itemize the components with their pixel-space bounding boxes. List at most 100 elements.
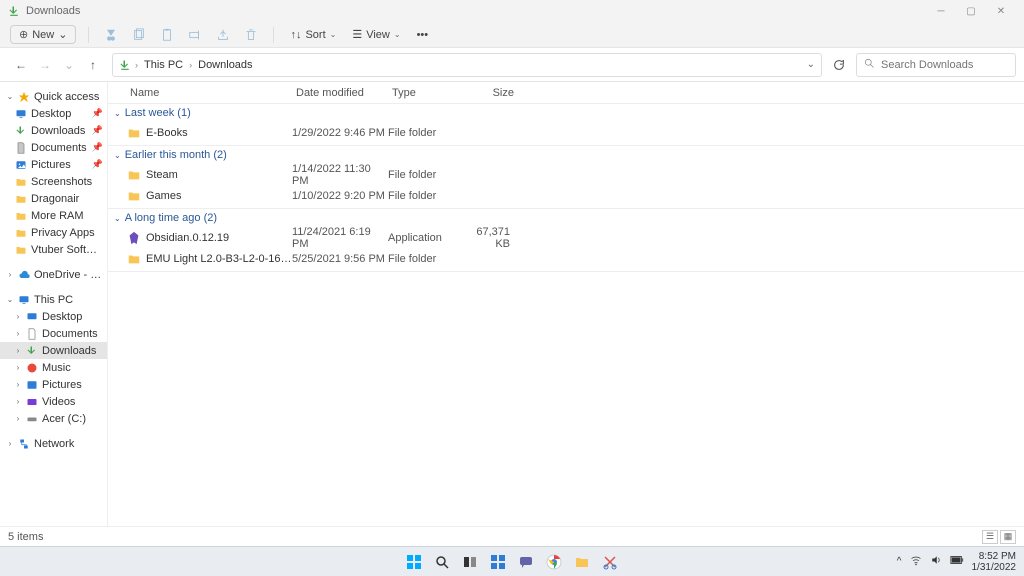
rename-icon[interactable] <box>185 25 205 45</box>
file-type: File folder <box>388 253 466 265</box>
sidebar-dragonair[interactable]: Dragonair <box>0 190 107 207</box>
thumbnails-view-toggle[interactable]: ▦ <box>1000 530 1016 544</box>
address-dropdown-icon[interactable]: ⌄ <box>807 59 815 70</box>
pictures-icon <box>25 378 39 392</box>
file-name: E-Books <box>146 127 292 139</box>
breadcrumb-downloads[interactable]: Downloads <box>196 59 254 71</box>
cloud-icon <box>17 268 31 282</box>
volume-icon[interactable] <box>930 554 942 569</box>
widgets-icon[interactable] <box>488 552 508 572</box>
maximize-button[interactable]: ▢ <box>956 0 986 22</box>
copy-icon[interactable] <box>129 25 149 45</box>
refresh-button[interactable] <box>828 54 850 76</box>
chevron-down-icon: ⌄ <box>114 214 121 223</box>
delete-icon[interactable] <box>241 25 261 45</box>
task-view-icon[interactable] <box>460 552 480 572</box>
sidebar-network[interactable]: › Network <box>0 435 107 452</box>
close-button[interactable]: ✕ <box>986 0 1016 22</box>
share-icon[interactable] <box>213 25 233 45</box>
file-list: ⌄Last week (1)E-Books1/29/2022 9:46 PMFi… <box>108 104 1024 526</box>
group-header[interactable]: ⌄Earlier this month (2) <box>108 146 1024 164</box>
downloads-icon <box>119 59 131 71</box>
file-name: EMU Light L2.0-B3-L2-0-1618681457 <box>146 253 292 265</box>
sidebar-pictures[interactable]: Pictures 📌 <box>0 156 107 173</box>
sort-icon: ↑↓ <box>290 29 301 41</box>
sidebar-onedrive[interactable]: › OneDrive - Personal <box>0 266 107 283</box>
file-date: 1/29/2022 9:46 PM <box>292 127 388 139</box>
group-header[interactable]: ⌄A long time ago (2) <box>108 209 1024 227</box>
sort-button[interactable]: ↑↓ Sort ⌄ <box>286 29 340 41</box>
back-button[interactable]: ← <box>14 58 28 72</box>
downloads-app-icon <box>8 5 20 17</box>
new-button[interactable]: ⊕ New ⌄ <box>10 25 76 44</box>
search-box[interactable] <box>856 53 1016 77</box>
sidebar-pc-videos[interactable]: › Videos <box>0 393 107 410</box>
more-button[interactable]: ••• <box>413 29 433 41</box>
minimize-button[interactable]: ─ <box>926 0 956 22</box>
sidebar-pc-acer-c[interactable]: › Acer (C:) <box>0 410 107 427</box>
wifi-icon[interactable] <box>910 554 922 569</box>
paste-icon[interactable] <box>157 25 177 45</box>
snipping-tool-icon[interactable] <box>600 552 620 572</box>
group-header[interactable]: ⌄Last week (1) <box>108 104 1024 122</box>
desktop-icon <box>25 310 39 324</box>
sidebar-more-ram[interactable]: More RAM <box>0 207 107 224</box>
file-date: 1/14/2022 11:30 PM <box>292 163 388 187</box>
chrome-icon[interactable] <box>544 552 564 572</box>
battery-icon[interactable] <box>950 555 964 568</box>
music-icon <box>25 361 39 375</box>
separator <box>88 27 89 43</box>
file-row[interactable]: Steam1/14/2022 11:30 PMFile folder <box>108 164 1024 185</box>
sidebar-downloads[interactable]: Downloads 📌 <box>0 122 107 139</box>
breadcrumb-this-pc[interactable]: This PC <box>142 59 185 71</box>
video-icon <box>25 395 39 409</box>
cut-icon[interactable] <box>101 25 121 45</box>
chat-icon[interactable] <box>516 552 536 572</box>
address-bar[interactable]: › This PC › Downloads ⌄ <box>112 53 822 77</box>
star-icon <box>17 90 31 104</box>
group-label: Earlier this month (2) <box>125 149 227 161</box>
chevron-down-icon: ⌄ <box>114 109 121 118</box>
file-row[interactable]: Obsidian.0.12.1911/24/2021 6:19 PMApplic… <box>108 227 1024 248</box>
start-button[interactable] <box>404 552 424 572</box>
file-row[interactable]: EMU Light L2.0-B3-L2-0-16186814575/25/20… <box>108 248 1024 269</box>
sidebar-documents[interactable]: Documents 📌 <box>0 139 107 156</box>
forward-button[interactable]: → <box>38 58 52 72</box>
sidebar-desktop[interactable]: Desktop 📌 <box>0 105 107 122</box>
col-type[interactable]: Type <box>388 87 466 99</box>
folder-icon <box>14 192 28 206</box>
tray-overflow-icon[interactable]: ^ <box>897 556 902 567</box>
details-view-toggle[interactable]: ☰ <box>982 530 998 544</box>
view-button[interactable]: ☰ View ⌄ <box>348 28 404 41</box>
up-button[interactable]: ↑ <box>86 58 100 72</box>
separator <box>273 27 274 43</box>
desktop-icon <box>14 107 28 121</box>
sidebar-vtuber-software[interactable]: Vtuber Software <box>0 241 107 258</box>
sidebar-pc-documents[interactable]: › Documents <box>0 325 107 342</box>
sidebar-pc-pictures[interactable]: › Pictures <box>0 376 107 393</box>
recent-locations-button[interactable]: ⌄ <box>62 58 76 72</box>
col-size[interactable]: Size <box>466 87 518 99</box>
taskbar-clock[interactable]: 8:52 PM 1/31/2022 <box>972 551 1017 573</box>
sidebar-pc-downloads[interactable]: › Downloads <box>0 342 107 359</box>
view-icon: ☰ <box>352 28 362 41</box>
sidebar-this-pc[interactable]: ⌄ This PC <box>0 291 107 308</box>
clock-time: 8:52 PM <box>972 551 1017 562</box>
sidebar-pc-music[interactable]: › Music <box>0 359 107 376</box>
sidebar-privacy-apps[interactable]: Privacy Apps <box>0 224 107 241</box>
pin-icon: 📌 <box>92 108 103 119</box>
col-date[interactable]: Date modified <box>292 87 388 99</box>
sidebar-quick-access[interactable]: ⌄ Quick access <box>0 88 107 105</box>
file-explorer-icon[interactable] <box>572 552 592 572</box>
search-taskbar-icon[interactable] <box>432 552 452 572</box>
file-type: File folder <box>388 169 466 181</box>
folder-icon <box>126 188 142 204</box>
file-row[interactable]: E-Books1/29/2022 9:46 PMFile folder <box>108 122 1024 143</box>
search-input[interactable] <box>881 59 1023 71</box>
sidebar-pc-desktop[interactable]: › Desktop <box>0 308 107 325</box>
navigation-pane: ⌄ Quick access Desktop 📌 Downloads 📌 Doc… <box>0 82 108 526</box>
sidebar-screenshots[interactable]: Screenshots <box>0 173 107 190</box>
col-name[interactable]: Name <box>126 87 292 99</box>
file-row[interactable]: Games1/10/2022 9:20 PMFile folder <box>108 185 1024 206</box>
folder-icon <box>126 167 142 183</box>
